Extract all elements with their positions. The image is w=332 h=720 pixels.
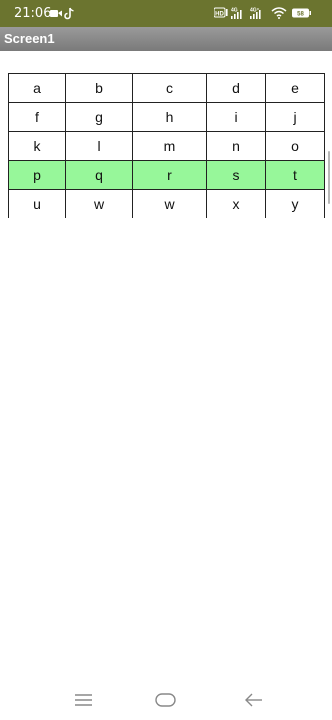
navigation-bar — [0, 684, 332, 720]
video-camera-icon — [50, 10, 62, 17]
title-bar: Screen1 — [0, 27, 332, 51]
status-time: 21:06 — [14, 6, 52, 21]
grid-cell[interactable]: a — [8, 73, 66, 103]
grid-cell[interactable]: w — [132, 189, 207, 218]
menu-icon[interactable] — [70, 688, 98, 712]
4g-signal-icon: 4G⁺ — [250, 8, 261, 19]
grid-cell[interactable]: o — [265, 131, 325, 161]
grid-row: f g h i j — [8, 102, 325, 132]
grid-cell[interactable]: x — [206, 189, 266, 218]
grid-cell[interactable]: l — [65, 131, 133, 161]
grid-cell[interactable]: g — [65, 102, 133, 132]
grid-cell[interactable]: m — [132, 131, 207, 161]
battery-icon: 58 — [292, 8, 311, 18]
grid-cell[interactable]: y — [265, 189, 325, 218]
letter-grid: a b c d e f g h i j k l m n o p q r s t … — [8, 73, 325, 218]
grid-cell[interactable]: h — [132, 102, 207, 132]
grid-cell[interactable]: d — [206, 73, 266, 103]
grid-cell[interactable]: t — [265, 160, 325, 190]
wifi-icon — [271, 7, 287, 19]
grid-row: k l m n o — [8, 131, 325, 161]
grid-row-highlighted: p q r s t — [8, 160, 325, 190]
status-bar: 21:06 HD 4G 4G⁺ 58 — [0, 0, 332, 27]
status-left-icons — [50, 7, 74, 20]
grid-cell[interactable]: q — [65, 160, 133, 190]
grid-cell[interactable]: w — [65, 189, 133, 218]
grid-cell[interactable]: f — [8, 102, 66, 132]
status-right-icons: HD 4G 4G⁺ 58 — [214, 7, 311, 19]
tiktok-icon — [64, 7, 74, 20]
svg-text:4G⁺: 4G⁺ — [250, 8, 260, 14]
grid-cell[interactable]: c — [132, 73, 207, 103]
grid-cell[interactable]: s — [206, 160, 266, 190]
grid-cell[interactable]: b — [65, 73, 133, 103]
grid-cell[interactable]: r — [132, 160, 207, 190]
4g-signal-icon: 4G — [231, 8, 242, 19]
home-icon[interactable] — [152, 688, 180, 712]
grid-cell[interactable]: n — [206, 131, 266, 161]
grid-row: u w w x y — [8, 189, 325, 218]
grid-cell[interactable]: u — [8, 189, 66, 218]
back-icon[interactable] — [240, 688, 268, 712]
screen-title: Screen1 — [4, 31, 55, 46]
grid-cell[interactable]: p — [8, 160, 66, 190]
grid-cell[interactable]: e — [265, 73, 325, 103]
scrollbar[interactable] — [328, 151, 330, 204]
grid-row: a b c d e — [8, 73, 325, 103]
svg-text:4G: 4G — [231, 8, 238, 14]
grid-cell[interactable]: j — [265, 102, 325, 132]
grid-cell[interactable]: k — [8, 131, 66, 161]
hd-icon: HD — [214, 7, 228, 18]
svg-text:HD: HD — [215, 12, 224, 18]
grid-cell[interactable]: i — [206, 102, 266, 132]
battery-level: 58 — [297, 12, 304, 18]
